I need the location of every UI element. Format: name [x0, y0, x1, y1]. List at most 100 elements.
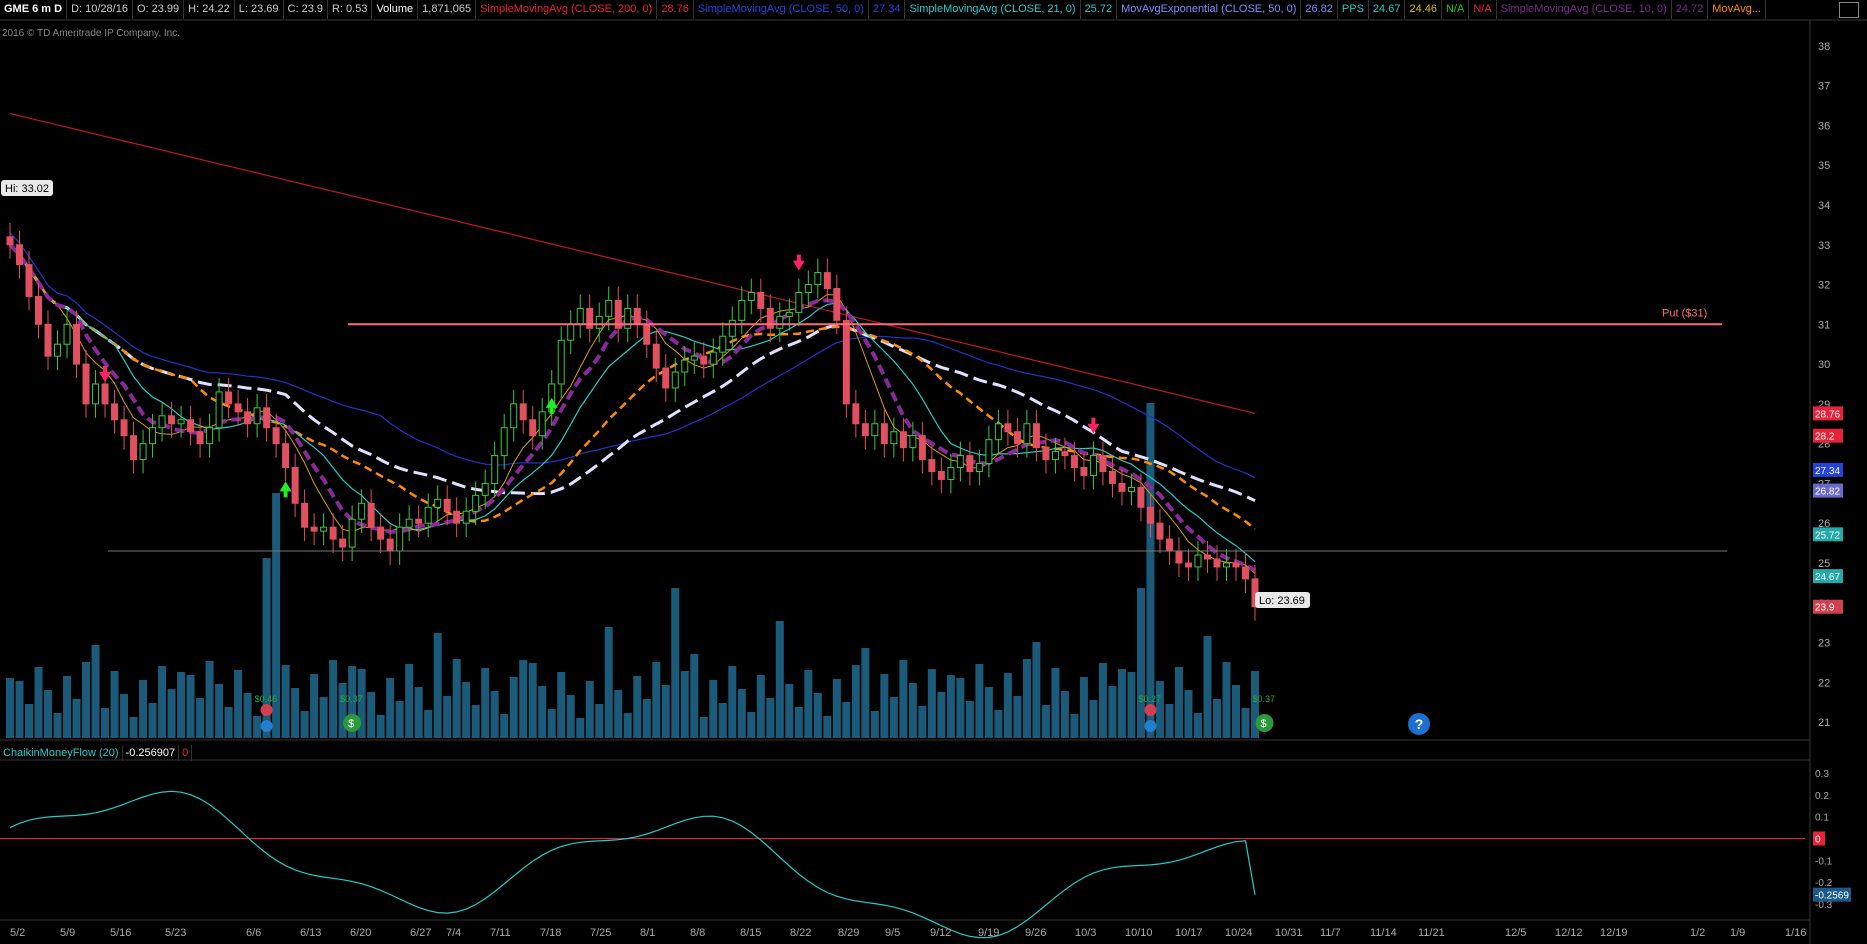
candle-body	[861, 423, 869, 437]
candle-body	[1070, 455, 1078, 469]
candle-body	[1108, 470, 1116, 484]
volume-bar	[804, 670, 813, 738]
volume-bar	[101, 708, 110, 738]
volume-bar	[614, 690, 623, 738]
volume-bar	[899, 660, 908, 738]
study-sma200[interactable]: SimpleMovingAvg (CLOSE, 200, 0)	[476, 0, 658, 19]
price-chart[interactable]: 2122232425262728293031323334353637380.30…	[0, 0, 1867, 944]
dividend-icon-glyph: $	[1261, 718, 1267, 730]
help-icon[interactable]: ?	[1408, 713, 1430, 735]
price-tag: 28.76	[1815, 409, 1840, 420]
time-tick: 9/19	[978, 927, 999, 939]
candle-body	[937, 470, 945, 480]
volume-bar	[889, 697, 898, 738]
candle-body	[909, 435, 917, 449]
candle-body	[1032, 423, 1040, 449]
volume-bar	[91, 645, 100, 738]
volume-bar	[139, 680, 148, 738]
volume-bar	[63, 676, 72, 738]
open-readout: O: 23.99	[133, 0, 185, 19]
price-tick: 37	[1818, 81, 1830, 93]
candle-body	[348, 518, 356, 548]
time-tick: 10/31	[1275, 927, 1303, 939]
volume-bar	[538, 686, 547, 738]
time-tick: 8/15	[740, 927, 761, 939]
candle-body	[1042, 447, 1050, 461]
study-movavg[interactable]: MovAvg...	[1708, 0, 1767, 19]
candle-body	[111, 403, 119, 421]
candle-body	[63, 323, 71, 345]
volume-bar	[186, 675, 195, 738]
candle-body	[82, 363, 90, 405]
price-tick: 31	[1818, 319, 1830, 331]
time-tick: 7/25	[590, 927, 611, 939]
volume-bar	[1193, 713, 1202, 738]
study-sma10[interactable]: SimpleMovingAvg (CLOSE, 10, 0)	[1497, 0, 1672, 19]
price-tag: 25.72	[1815, 530, 1840, 541]
candle-body	[1232, 562, 1240, 568]
candle-body	[880, 423, 888, 445]
candle-body	[994, 423, 1002, 441]
candle-body	[6, 236, 14, 246]
candle-body	[709, 351, 717, 365]
cmf-label[interactable]: ChaikinMoneyFlow (20)	[0, 745, 123, 761]
volume-bar	[842, 702, 851, 738]
candle-body	[73, 323, 81, 365]
volume-bar	[1231, 685, 1240, 738]
study-pps-extra: 24.46	[1405, 0, 1442, 19]
volume-bar	[253, 716, 262, 738]
candle-body	[785, 311, 793, 317]
volume-bar	[832, 679, 841, 738]
cmf-line	[9, 790, 1256, 939]
candle-body	[443, 498, 451, 512]
price-tick: 34	[1818, 200, 1830, 212]
symbol-label[interactable]: GME 6 m D	[0, 0, 68, 19]
time-tick: 7/4	[446, 927, 461, 939]
earnings-marker	[1144, 720, 1157, 732]
price-tick: 33	[1818, 240, 1830, 252]
candle-body	[377, 526, 385, 540]
candle-body	[738, 299, 746, 321]
volume-bar	[53, 713, 62, 738]
volume-bar	[1241, 708, 1250, 738]
maximize-icon[interactable]	[1839, 2, 1859, 18]
sma10-line	[9, 244, 1256, 574]
candle-body	[871, 423, 879, 437]
price-tick: 22	[1818, 677, 1830, 689]
close-readout: C: 23.9	[284, 0, 328, 19]
volume-bar	[566, 695, 575, 738]
study-sma50[interactable]: SimpleMovingAvg (CLOSE, 50, 0)	[694, 0, 869, 19]
time-tick: 5/9	[60, 927, 75, 939]
volume-bar	[547, 709, 556, 738]
volume-bar	[291, 688, 300, 738]
candle-body	[415, 518, 423, 524]
volume-bar	[984, 687, 993, 738]
event-label: $0.37	[1253, 694, 1276, 704]
price-tick: 25	[1818, 558, 1830, 570]
volume-bar	[234, 670, 243, 738]
candle-body	[510, 403, 518, 429]
volume-bar	[1165, 704, 1174, 738]
study-ema50[interactable]: MovAvgExponential (CLOSE, 50, 0)	[1117, 0, 1302, 19]
volume-bar	[766, 698, 775, 738]
price-tick: 35	[1818, 160, 1830, 172]
candle-body	[1222, 562, 1230, 568]
candle-body	[681, 359, 689, 373]
price-tick: 30	[1818, 359, 1830, 371]
volume-bar	[1079, 677, 1088, 738]
volume-bar	[443, 696, 452, 738]
study-sma21[interactable]: SimpleMovingAvg (CLOSE, 21, 0)	[905, 0, 1081, 19]
volume-bar	[1089, 700, 1098, 738]
candle-body	[35, 295, 43, 325]
ema21-line	[9, 243, 1256, 530]
volume-bar	[775, 621, 784, 738]
candle-body	[1241, 566, 1249, 580]
ema50-line	[8, 243, 1256, 503]
candle-body	[1051, 451, 1059, 461]
volume-bar	[813, 693, 822, 738]
study-pps[interactable]: PPS	[1338, 0, 1369, 19]
volume-bar	[1013, 696, 1022, 738]
candle-body	[386, 538, 394, 552]
volume-bar	[376, 715, 385, 738]
volume-bar	[851, 665, 860, 738]
